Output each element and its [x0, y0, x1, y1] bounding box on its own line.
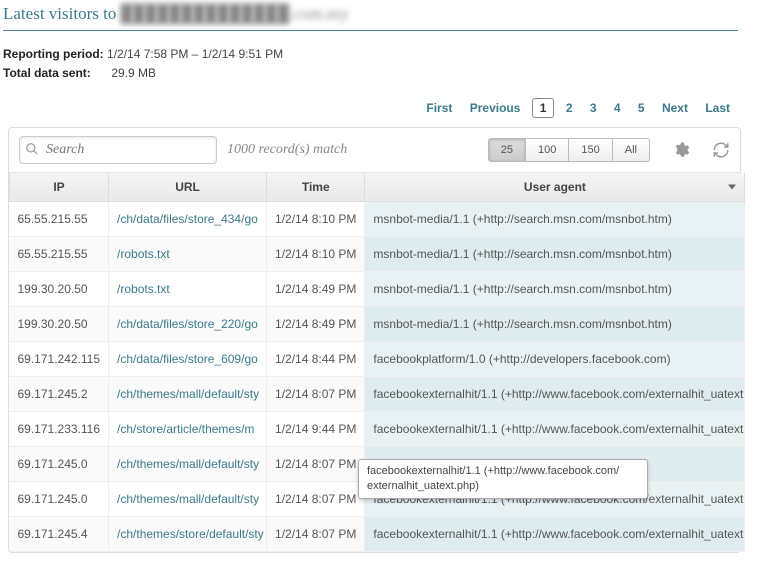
sort-caret-icon — [728, 185, 736, 190]
cell-user-agent: facebookexternalhit/1.1 (+http://www.fac… — [365, 412, 745, 447]
url-link[interactable]: /robots.txt — [117, 282, 170, 296]
cell-time: 1/2/14 9:44 PM — [267, 412, 365, 447]
table-row: 199.30.20.50/ch/data/files/store_220/go 1… — [10, 307, 745, 342]
page-size-group: 25 100 150 All — [488, 138, 650, 162]
pager-previous[interactable]: Previous — [464, 98, 527, 118]
cell-user-agent: msnbot-media/1.1 (+http://search.msn.com… — [365, 237, 745, 272]
cell-ip: 199.30.20.50 — [10, 272, 109, 307]
cell-url: /ch/data/files/store_220/go — [109, 307, 267, 342]
url-link[interactable]: /ch/data/files/store_220/go — [117, 317, 258, 331]
cell-url: /ch/themes/mall/default/sty — [109, 447, 267, 482]
title-domain: ██████████████.com.my — [121, 4, 349, 23]
cell-user-agent: facebookexternalhit/1.1 (+http://www.fac… — [365, 377, 745, 412]
cell-time: 1/2/14 8:49 PM — [267, 272, 365, 307]
title-divider — [3, 30, 738, 31]
cell-ip: 69.171.245.2 — [10, 377, 109, 412]
pager-next[interactable]: Next — [656, 98, 694, 118]
url-link[interactable]: /robots.txt — [117, 247, 170, 261]
page-title: Latest visitors to ██████████████.com.my — [0, 0, 763, 30]
cell-user-agent: facebookexternalhit/1.1 (+http://www.fac… — [365, 517, 745, 552]
tooltip-line1: facebookexternalhit/1.1 (+http://www.fac… — [367, 465, 619, 477]
total-sent-value: 29.9 MB — [111, 66, 156, 80]
url-link[interactable]: /ch/themes/mall/default/sty — [117, 457, 259, 471]
table-row: 69.171.245.2/ch/themes/mall/default/sty 1… — [10, 377, 745, 412]
pager-last[interactable]: Last — [699, 98, 736, 118]
url-link[interactable]: /ch/themes/mall/default/sty — [117, 492, 259, 506]
cell-url: /robots.txt — [109, 237, 267, 272]
cell-url: /ch/themes/store/default/sty — [109, 517, 267, 552]
table-row: 69.171.245.4/ch/themes/store/default/sty… — [10, 517, 745, 552]
reporting-label: Reporting period: — [3, 45, 104, 64]
cell-url: /ch/data/files/store_609/go — [109, 342, 267, 377]
title-prefix: Latest visitors to — [3, 4, 121, 23]
url-link[interactable]: /ch/store/article/themes/m — [117, 422, 254, 436]
table-row: 65.55.215.55/ch/data/files/store_434/go 1… — [10, 202, 745, 237]
tooltip: facebookexternalhit/1.1 (+http://www.fac… — [358, 459, 648, 499]
cell-time: 1/2/14 8:07 PM — [267, 482, 365, 517]
url-link[interactable]: /ch/themes/mall/default/sty — [117, 387, 259, 401]
cell-user-agent: msnbot-media/1.1 (+http://search.msn.com… — [365, 307, 745, 342]
url-link[interactable]: /ch/data/files/store_434/go — [117, 212, 258, 226]
pager: First Previous 1 2 3 4 5 Next Last — [0, 87, 763, 123]
cell-url: /ch/themes/mall/default/sty — [109, 377, 267, 412]
cell-user-agent: msnbot-media/1.1 (+http://search.msn.com… — [365, 202, 745, 237]
cell-ip: 65.55.215.55 — [10, 202, 109, 237]
cell-time: 1/2/14 8:10 PM — [267, 202, 365, 237]
th-user-agent[interactable]: User agent — [365, 173, 745, 202]
table-row: 65.55.215.55/robots.txt 1/2/14 8:10 PMmsn… — [10, 237, 745, 272]
page-size-all[interactable]: All — [612, 138, 650, 162]
meta-block: Reporting period: 1/2/14 7:58 PM – 1/2/1… — [0, 39, 763, 87]
pager-page-4[interactable]: 4 — [608, 98, 627, 118]
cell-ip: 199.30.20.50 — [10, 307, 109, 342]
cell-ip: 69.171.245.4 — [10, 517, 109, 552]
cell-time: 1/2/14 8:44 PM — [267, 342, 365, 377]
pager-page-3[interactable]: 3 — [584, 98, 603, 118]
cell-url: /ch/themes/mall/default/sty — [109, 482, 267, 517]
th-time[interactable]: Time — [267, 173, 365, 202]
cell-user-agent: msnbot-media/1.1 (+http://search.msn.com… — [365, 272, 745, 307]
cell-ip: 69.171.245.0 — [10, 482, 109, 517]
table-row: 69.171.233.116/ch/store/article/themes/m… — [10, 412, 745, 447]
page-size-25[interactable]: 25 — [488, 138, 526, 162]
cell-url: /robots.txt — [109, 272, 267, 307]
cell-url: /ch/store/article/themes/m — [109, 412, 267, 447]
page-size-150[interactable]: 150 — [568, 138, 612, 162]
th-user-agent-label: User agent — [524, 180, 586, 194]
cell-ip: 69.171.242.115 — [10, 342, 109, 377]
cell-url: /ch/data/files/store_434/go — [109, 202, 267, 237]
cell-time: 1/2/14 8:07 PM — [267, 377, 365, 412]
gear-icon[interactable] — [672, 141, 690, 159]
table-row: 69.171.242.115/ch/data/files/store_609/g… — [10, 342, 745, 377]
toolbar: 1000 record(s) match 25 100 150 All — [9, 128, 740, 173]
url-link[interactable]: /ch/themes/store/default/sty — [117, 527, 264, 541]
cell-ip: 65.55.215.55 — [10, 237, 109, 272]
cell-time: 1/2/14 8:10 PM — [267, 237, 365, 272]
pager-page-1[interactable]: 1 — [532, 98, 555, 118]
cell-time: 1/2/14 8:07 PM — [267, 447, 365, 482]
cell-ip: 69.171.233.116 — [10, 412, 109, 447]
cell-time: 1/2/14 8:07 PM — [267, 517, 365, 552]
table-row: 199.30.20.50/robots.txt 1/2/14 8:49 PMmsn… — [10, 272, 745, 307]
total-sent-label: Total data sent: — [3, 64, 108, 83]
search-icon — [25, 142, 39, 156]
cell-ip: 69.171.245.0 — [10, 447, 109, 482]
pager-page-5[interactable]: 5 — [632, 98, 651, 118]
cell-user-agent: facebookplatform/1.0 (+http://developers… — [365, 342, 745, 377]
pager-first[interactable]: First — [420, 98, 458, 118]
url-link[interactable]: /ch/data/files/store_609/go — [117, 352, 258, 366]
refresh-icon[interactable] — [712, 141, 730, 159]
th-ip[interactable]: IP — [10, 173, 109, 202]
cell-time: 1/2/14 8:49 PM — [267, 307, 365, 342]
th-url[interactable]: URL — [109, 173, 267, 202]
pager-page-2[interactable]: 2 — [560, 98, 579, 118]
match-count: 1000 record(s) match — [227, 142, 478, 158]
tooltip-line2: externalhit_uatext.php) — [367, 480, 479, 492]
page-size-100[interactable]: 100 — [525, 138, 569, 162]
search-input[interactable] — [19, 136, 217, 164]
reporting-value: 1/2/14 7:58 PM – 1/2/14 9:51 PM — [107, 47, 283, 61]
